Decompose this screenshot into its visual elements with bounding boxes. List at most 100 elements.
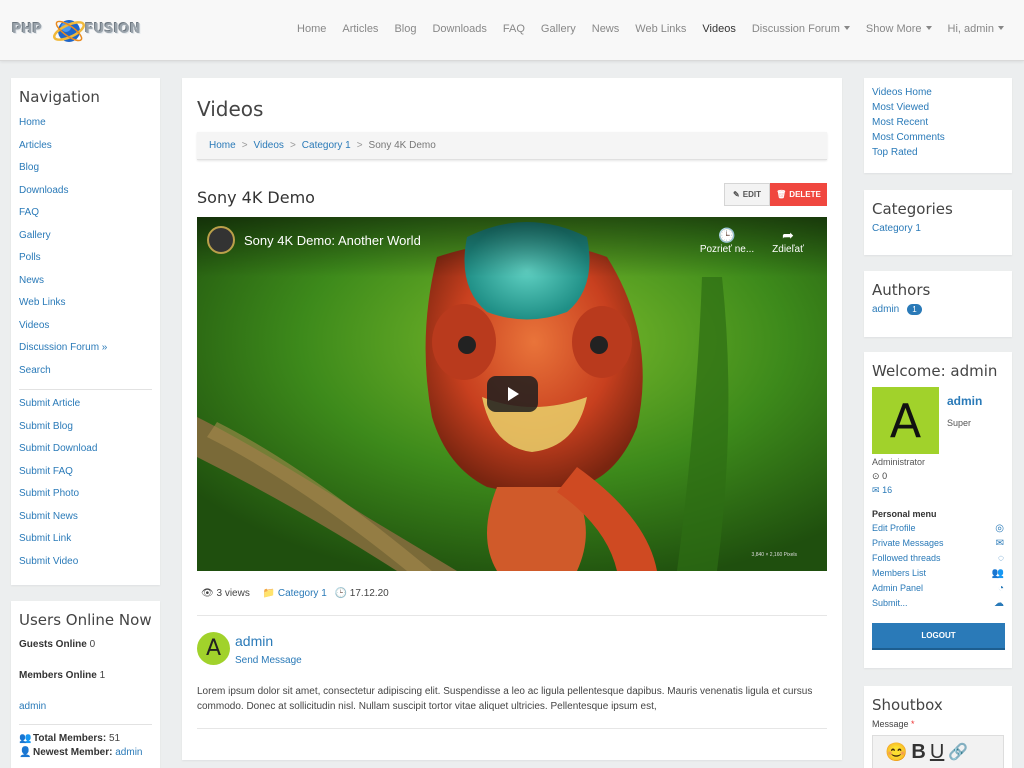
nav-link-blog[interactable]: Blog — [19, 162, 152, 185]
user-messages-count[interactable]: ✉ 16 — [872, 485, 892, 496]
logout-button[interactable]: LOGOUT — [872, 623, 1005, 650]
submit-link[interactable]: Submit... ☁ — [872, 598, 1004, 609]
nav-link-submit-blog[interactable]: Submit Blog — [19, 421, 152, 444]
online-member-link[interactable]: admin — [19, 701, 46, 712]
menu-item-user[interactable]: Hi, admin — [948, 23, 1004, 35]
menu-item-web-links[interactable]: Web Links — [635, 23, 686, 35]
menu-item-home[interactable]: Home — [297, 23, 326, 35]
send-message-link[interactable]: Send Message — [235, 655, 302, 666]
edit-button[interactable]: ✎ EDIT — [724, 183, 770, 206]
envelope-icon: ✉ — [872, 485, 880, 495]
videos-home-link[interactable]: Videos Home — [872, 87, 1004, 102]
nav-link-submit-download[interactable]: Submit Download — [19, 443, 152, 466]
site-logo[interactable]: PHP FUSION — [12, 8, 158, 52]
watch-later-button[interactable]: 🕒 Pozrieť ne... — [697, 227, 757, 255]
edit-profile-link[interactable]: Edit Profile ◎ — [872, 523, 1004, 534]
private-messages-link[interactable]: Private Messages ✉ — [872, 538, 1004, 549]
breadcrumb-videos[interactable]: Videos — [254, 140, 284, 151]
breadcrumb-current: Sony 4K Demo — [368, 140, 436, 151]
trash-icon: 🗑 — [776, 190, 787, 199]
menu-item-faq[interactable]: FAQ — [503, 23, 525, 35]
breadcrumb-home[interactable]: Home — [209, 140, 236, 151]
bold-icon[interactable]: B — [911, 741, 925, 764]
menu-item-gallery[interactable]: Gallery — [541, 23, 576, 35]
page-title: Videos — [197, 97, 264, 121]
menu-item-videos[interactable]: Videos — [702, 23, 735, 35]
nav-link-submit-video[interactable]: Submit Video — [19, 556, 152, 579]
nav-link-search[interactable]: Search — [19, 365, 152, 388]
nav-link-submit-article[interactable]: Submit Article — [19, 398, 152, 421]
dashboard-icon: ◔ — [997, 583, 1004, 594]
user-role-line2: Administrator — [872, 457, 926, 467]
menu-item-show-more[interactable]: Show More — [866, 23, 932, 35]
author-name[interactable]: admin — [235, 633, 273, 649]
link-icon[interactable]: 🔗 — [948, 742, 968, 762]
members-online-count: 1 — [99, 670, 106, 681]
menu-item-blog[interactable]: Blog — [394, 23, 416, 35]
guests-online: Guests Online 0 — [19, 639, 152, 650]
eye-icon: 👁 — [201, 588, 214, 599]
nav-link-articles[interactable]: Articles — [19, 140, 152, 163]
user-count-a-value: 0 — [882, 471, 888, 481]
video-title: Sony 4K Demo — [197, 188, 315, 207]
views-count: 👁 3 views — [201, 588, 255, 599]
most-recent-link[interactable]: Most Recent — [872, 117, 1004, 132]
user-name-link[interactable]: admin — [947, 394, 982, 408]
nav-link-polls[interactable]: Polls — [19, 252, 152, 275]
clock-icon: 🕒 — [334, 588, 348, 599]
pencil-icon: ✎ — [733, 190, 740, 199]
user-icon: 👤 — [19, 747, 32, 758]
categories-title: Categories — [872, 200, 953, 218]
underline-icon[interactable]: U — [930, 741, 944, 764]
breadcrumb: Home > Videos > Category 1 > Sony 4K Demo — [197, 132, 827, 160]
nav-link-submit-link[interactable]: Submit Link — [19, 533, 152, 556]
menu-item-discussion-forum[interactable]: Discussion Forum — [752, 23, 850, 35]
breadcrumb-separator: > — [241, 140, 248, 151]
author-link[interactable]: admin — [872, 304, 899, 315]
top-rated-link[interactable]: Top Rated — [872, 147, 1004, 162]
shoutbox-title: Shoutbox — [872, 696, 943, 714]
share-button[interactable]: ➦ Zdieľať — [763, 227, 813, 255]
nav-link-gallery[interactable]: Gallery — [19, 230, 152, 253]
followed-threads-link[interactable]: Followed threads ◌ — [872, 553, 1004, 564]
nav-link-videos[interactable]: Videos — [19, 320, 152, 343]
nav-link-downloads[interactable]: Downloads — [19, 185, 152, 208]
delete-button[interactable]: 🗑 DELETE — [770, 183, 827, 206]
nav-link-web-links[interactable]: Web Links — [19, 297, 152, 320]
category-link[interactable]: Category 1 — [872, 223, 1004, 234]
user-avatar[interactable]: A — [872, 387, 939, 454]
video-category: 📁 Category 1 — [263, 588, 327, 599]
breadcrumb-category[interactable]: Category 1 — [302, 140, 351, 151]
user-count-a[interactable]: ⊙ 0 — [872, 471, 887, 482]
play-button[interactable] — [487, 376, 538, 412]
newest-member-link[interactable]: admin — [115, 747, 142, 758]
video-player[interactable]: Sony 4K Demo: Another World 🕒 Pozrieť ne… — [197, 217, 827, 571]
menu-item-downloads[interactable]: Downloads — [432, 23, 486, 35]
smiley-icon[interactable]: 😊 — [885, 742, 907, 763]
top-navbar: PHP FUSION Home Articles Blog Downloads … — [0, 0, 1024, 61]
envelope-icon: ✉ — [995, 538, 1004, 549]
shoutbox-panel: Shoutbox Message * 😊 B U 🔗 — [864, 686, 1012, 768]
nav-link-home[interactable]: Home — [19, 117, 152, 140]
user-panel: Welcome: admin A admin Super Administrat… — [864, 352, 1012, 668]
menu-item-news[interactable]: News — [592, 23, 620, 35]
video-category-link[interactable]: Category 1 — [278, 588, 327, 599]
share-icon: ➦ — [782, 227, 794, 243]
nav-link-submit-news[interactable]: Submit News — [19, 511, 152, 534]
player-title[interactable]: Sony 4K Demo: Another World — [244, 233, 421, 248]
nav-link-submit-faq[interactable]: Submit FAQ — [19, 466, 152, 489]
nav-link-faq[interactable]: FAQ — [19, 207, 152, 230]
channel-avatar[interactable] — [207, 226, 235, 254]
nav-link-discussion-forum[interactable]: Discussion Forum » — [19, 342, 152, 365]
most-viewed-link[interactable]: Most Viewed — [872, 102, 1004, 117]
menu-item-articles[interactable]: Articles — [342, 23, 378, 35]
author-block: A admin Send Message — [197, 632, 302, 666]
nav-link-news[interactable]: News — [19, 275, 152, 298]
nav-link-submit-photo[interactable]: Submit Photo — [19, 488, 152, 511]
admin-panel-link[interactable]: Admin Panel ◔ — [872, 583, 1004, 594]
most-comments-link[interactable]: Most Comments — [872, 132, 1004, 147]
author-avatar[interactable]: A — [197, 632, 230, 665]
members-list-link[interactable]: Members List 👥 — [872, 568, 1004, 579]
users-icon: 👥 — [19, 733, 32, 744]
meta-divider — [197, 615, 827, 616]
